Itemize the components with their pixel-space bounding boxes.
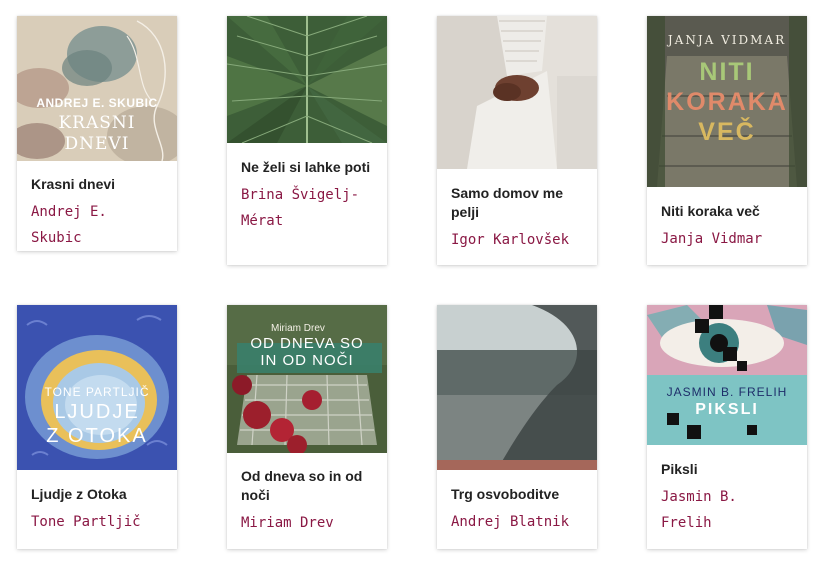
book-cover-image[interactable]: TONE PARTLJIČ LJUDJE Z OTOKA: [17, 305, 177, 470]
book-cover-image[interactable]: [437, 16, 597, 169]
book-title[interactable]: Krasni dnevi: [31, 175, 163, 194]
book-card-piksli[interactable]: JASMIN B. FRELIH PIKSLI Piksli Jasmin B.…: [647, 305, 807, 549]
book-cover-image[interactable]: JANJA VIDMAR NITI KORAKA VEČ: [647, 16, 807, 187]
book-title[interactable]: Ne želi si lahke poti: [241, 158, 373, 177]
book-author[interactable]: Andrej E. Skubic: [31, 199, 163, 251]
book-cover-image[interactable]: JASMIN B. FRELIH PIKSLI: [647, 305, 807, 445]
book-cover-image[interactable]: ANDREJ E. SKUBIC KRASNI DNEVI: [17, 16, 177, 161]
book-author[interactable]: Brina Švigelj-Mérat: [241, 182, 373, 234]
book-title[interactable]: Samo domov me pelji: [451, 184, 583, 222]
book-cover-image[interactable]: [437, 305, 597, 470]
book-author[interactable]: Andrej Blatnik: [451, 509, 583, 535]
book-title[interactable]: Od dneva so in od noči: [241, 467, 373, 505]
book-card-ljudje-z-otoka[interactable]: TONE PARTLJIČ LJUDJE Z OTOKA Ljudje z Ot…: [17, 305, 177, 549]
book-card-samo-domov-me-pelji[interactable]: Samo domov me pelji Igor Karlovšek: [437, 16, 597, 265]
book-card-trg-osvoboditve[interactable]: Trg osvoboditve Andrej Blatnik: [437, 305, 597, 549]
book-author[interactable]: Janja Vidmar: [661, 226, 793, 252]
book-card-niti-koraka-vec[interactable]: JANJA VIDMAR NITI KORAKA VEČ Niti koraka…: [647, 16, 807, 265]
book-title[interactable]: Ljudje z Otoka: [31, 485, 163, 504]
book-card-ne-zeli-si-lahke-poti[interactable]: Ne želi si lahke poti Brina Švigelj-Méra…: [227, 16, 387, 265]
book-cover-image[interactable]: Miriam Drev OD DNEVA SO IN OD NOČI: [227, 305, 387, 453]
book-author[interactable]: Miriam Drev: [241, 510, 373, 536]
book-title[interactable]: Niti koraka več: [661, 202, 793, 221]
book-title[interactable]: Piksli: [661, 460, 793, 479]
book-card-krasni-dnevi[interactable]: ANDREJ E. SKUBIC KRASNI DNEVI Krasni dne…: [17, 16, 177, 251]
book-author[interactable]: Igor Karlovšek: [451, 227, 583, 253]
book-cover-image[interactable]: [227, 16, 387, 143]
book-author[interactable]: Jasmin B. Frelih: [661, 484, 793, 536]
book-title[interactable]: Trg osvoboditve: [451, 485, 583, 504]
book-author[interactable]: Tone Partljič: [31, 509, 163, 535]
book-card-od-dneva-so-in-od-noci[interactable]: Miriam Drev OD DNEVA SO IN OD NOČI Od dn…: [227, 305, 387, 549]
